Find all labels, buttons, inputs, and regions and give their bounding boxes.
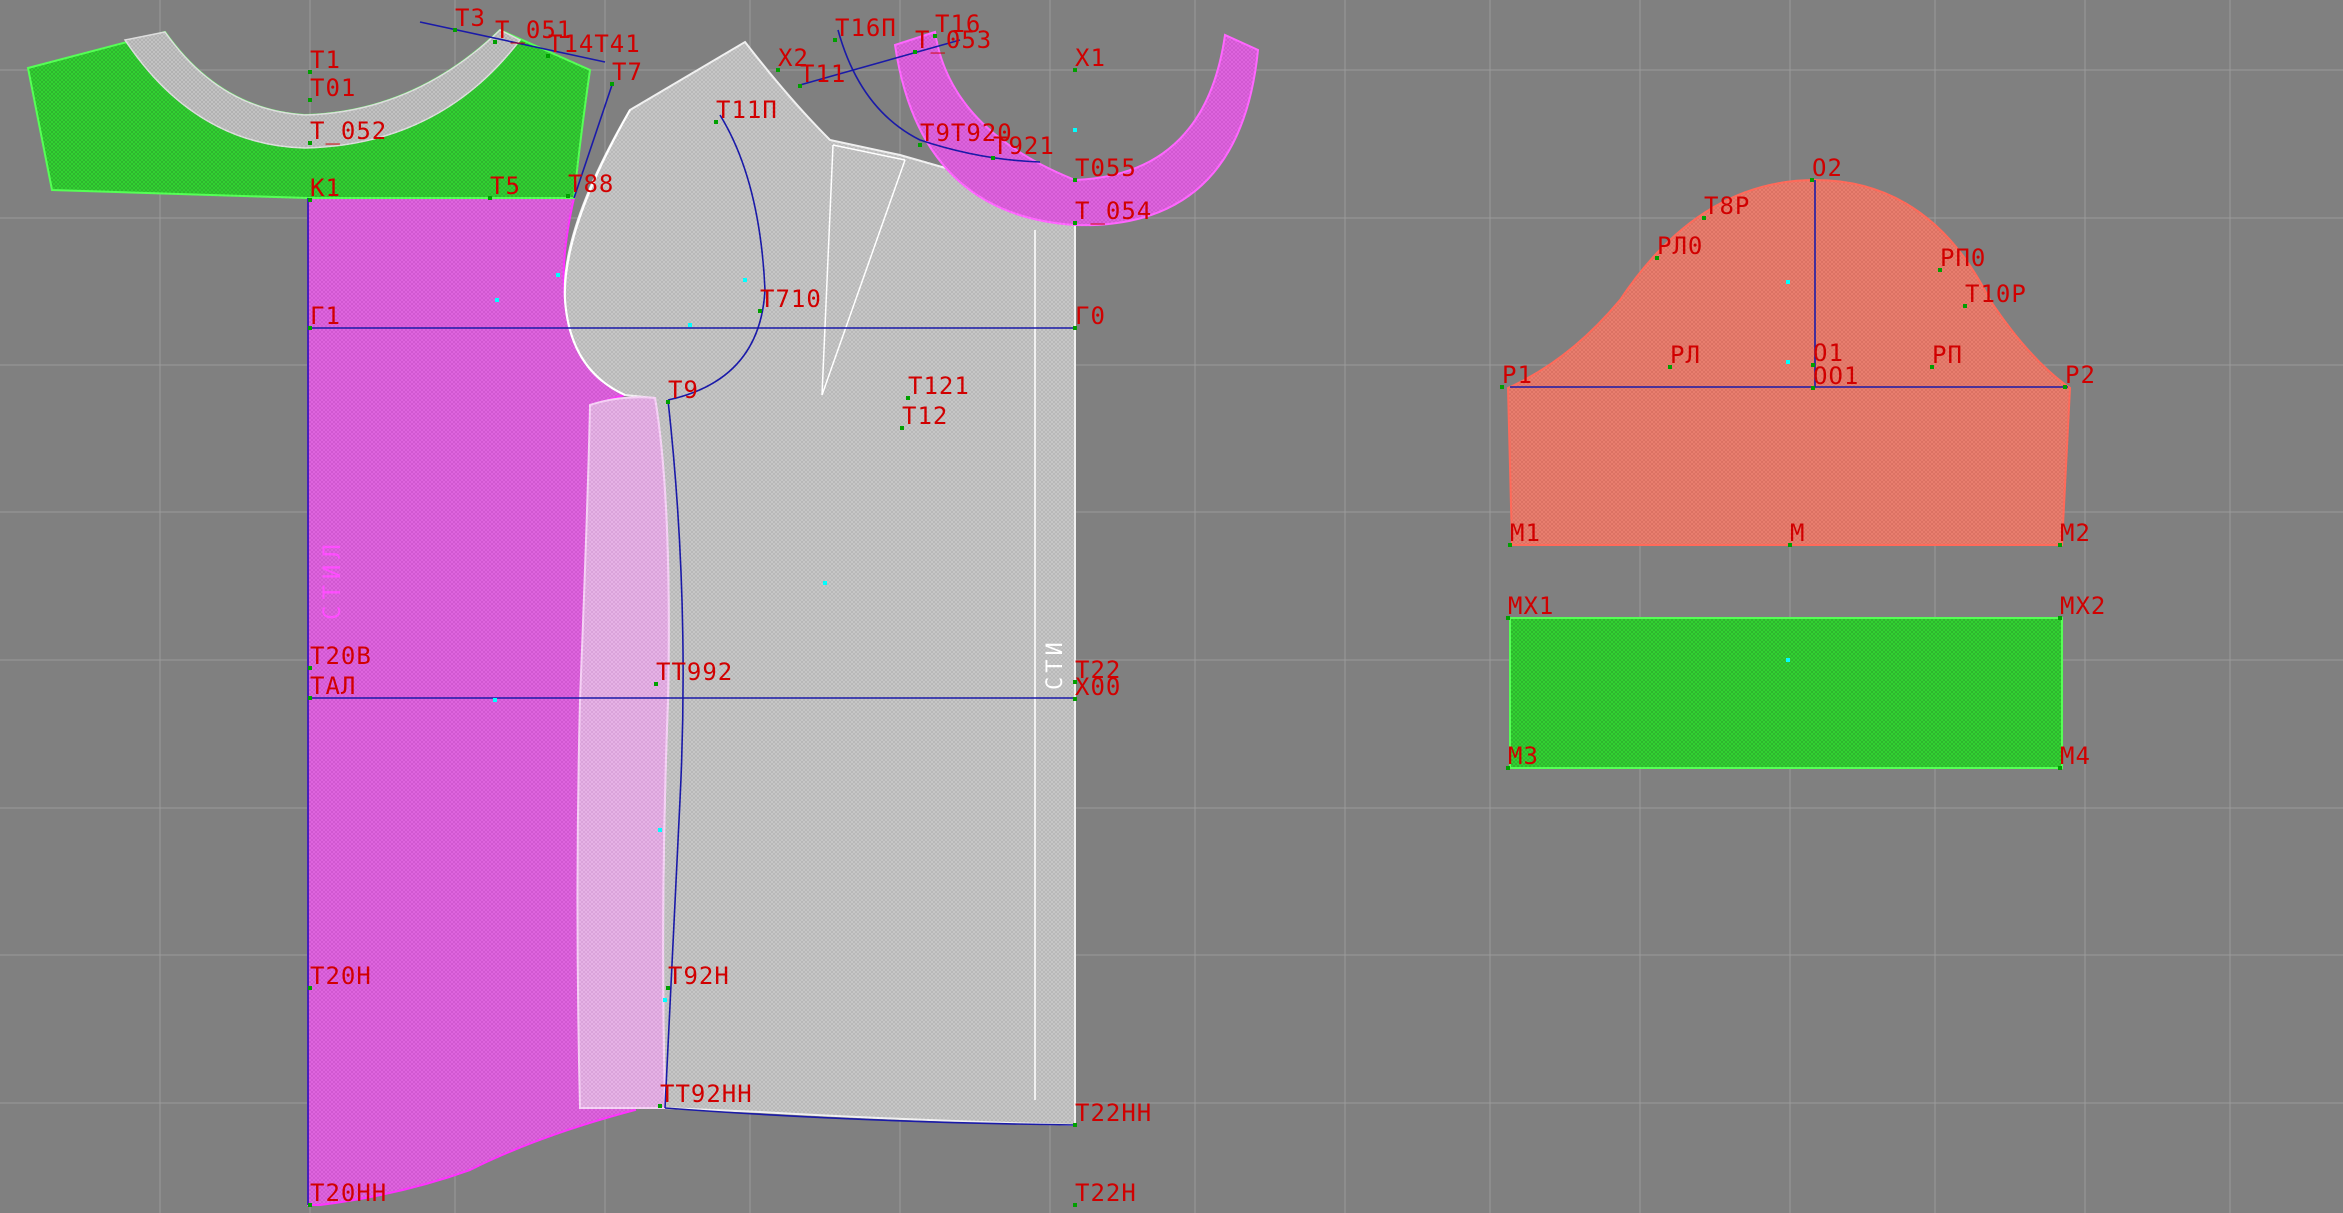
- point-label-rp[interactable]: РП: [1932, 341, 1963, 369]
- point-label-t12[interactable]: Т12: [902, 402, 948, 430]
- point-label-k1[interactable]: К1: [310, 174, 341, 202]
- point-label-t9[interactable]: Т9: [668, 376, 699, 404]
- point-label-t01[interactable]: Т01: [310, 74, 356, 102]
- point-label-rl0[interactable]: РЛ0: [1657, 232, 1703, 260]
- point-label-t20v[interactable]: Т20В: [310, 642, 372, 670]
- point-label-m3[interactable]: М3: [1508, 742, 1539, 770]
- point-label-mx2[interactable]: МХ2: [2060, 592, 2106, 620]
- control-point[interactable]: [823, 581, 827, 585]
- point-label-t-053[interactable]: Т_053: [915, 26, 992, 54]
- control-point[interactable]: [495, 298, 499, 302]
- point-label-t92n[interactable]: Т92Н: [668, 962, 730, 990]
- control-point[interactable]: [658, 828, 662, 832]
- point-label-t7[interactable]: Т7: [612, 58, 643, 86]
- point-label-p1[interactable]: Р1: [1502, 361, 1533, 389]
- point-label-t1[interactable]: Т1: [310, 46, 341, 74]
- point-label-t-052[interactable]: Т_052: [310, 117, 387, 145]
- point-label-t121[interactable]: Т121: [908, 372, 970, 400]
- point-label-t10r[interactable]: Т10Р: [1965, 280, 2027, 308]
- pattern-svg[interactable]: СТИЛ СТИ Т1Т01Т_052К1Т3 Т_051Т14Т41Т7Т5 Т8…: [0, 0, 2343, 1213]
- point-label-t055[interactable]: Т055: [1075, 154, 1137, 182]
- point-label-x1[interactable]: Х1: [1075, 44, 1106, 72]
- point-label-g1[interactable]: Г1: [310, 302, 341, 330]
- control-point[interactable]: [493, 698, 497, 702]
- point-label-t16p[interactable]: Т16П: [835, 14, 897, 42]
- control-point[interactable]: [663, 998, 667, 1002]
- point-label-t3[interactable]: Т3: [455, 4, 486, 32]
- point-label-oo1[interactable]: ОО1: [1813, 362, 1859, 390]
- drafting-canvas[interactable]: СТИЛ СТИ Т1 Т01 Т_052 К1 Т3 Т_051 Т14Т41 Т7 Т5 Т8…: [0, 0, 2343, 1213]
- green-cuff-piece[interactable]: [1509, 617, 2063, 769]
- point-label-t22nn[interactable]: Т22НН: [1075, 1099, 1152, 1127]
- back-grain-label: СТИЛ: [318, 538, 346, 620]
- point-label-t921[interactable]: Т921: [993, 132, 1055, 160]
- point-label-t22n[interactable]: Т22Н: [1075, 1179, 1137, 1207]
- point-label-m2[interactable]: М2: [2060, 519, 2091, 547]
- point-label-t141[interactable]: Т14Т41: [548, 30, 641, 58]
- point-label-m4[interactable]: М4: [2060, 742, 2091, 770]
- point-label-t-054[interactable]: Т_054: [1075, 197, 1152, 225]
- control-point[interactable]: [688, 323, 692, 327]
- control-point[interactable]: [1786, 658, 1790, 662]
- lightpink-side-panel[interactable]: [576, 396, 670, 1109]
- point-label-t92nn[interactable]: ТТ92НН: [660, 1080, 753, 1108]
- control-point[interactable]: [1786, 280, 1790, 284]
- point-label-o2[interactable]: О2: [1812, 154, 1843, 182]
- control-point[interactable]: [1073, 128, 1077, 132]
- point-label-rl[interactable]: РЛ: [1670, 341, 1701, 369]
- point-label-x00[interactable]: Х00: [1075, 673, 1121, 701]
- point-label-t11p[interactable]: Т11П: [716, 96, 778, 124]
- point-label-t20nn[interactable]: Т20НН: [310, 1179, 387, 1207]
- point-label-t5[interactable]: Т5: [490, 172, 521, 200]
- point-label-rp0[interactable]: РП0: [1940, 244, 1986, 272]
- point-label-t8r[interactable]: Т8Р: [1704, 192, 1750, 220]
- point-label-m1[interactable]: М1: [1510, 519, 1541, 547]
- control-point[interactable]: [1786, 360, 1790, 364]
- point-label-t710[interactable]: Т710: [760, 285, 822, 313]
- point-label-t20n[interactable]: Т20Н: [310, 962, 372, 990]
- control-point[interactable]: [743, 278, 747, 282]
- point-label-mx1[interactable]: МХ1: [1508, 592, 1554, 620]
- point-label-g0[interactable]: Г0: [1075, 302, 1106, 330]
- point-label-t992[interactable]: ТТ992: [656, 658, 733, 686]
- point-label-t11[interactable]: Т11: [800, 60, 846, 88]
- point-label-tal[interactable]: ТАЛ: [310, 672, 356, 700]
- point-label-p2[interactable]: Р2: [2065, 361, 2096, 389]
- point-label-t88[interactable]: Т88: [568, 170, 614, 198]
- control-point[interactable]: [556, 273, 560, 277]
- point-label-m[interactable]: М: [1790, 519, 1805, 547]
- front-grain-label: СТИ: [1043, 638, 1068, 690]
